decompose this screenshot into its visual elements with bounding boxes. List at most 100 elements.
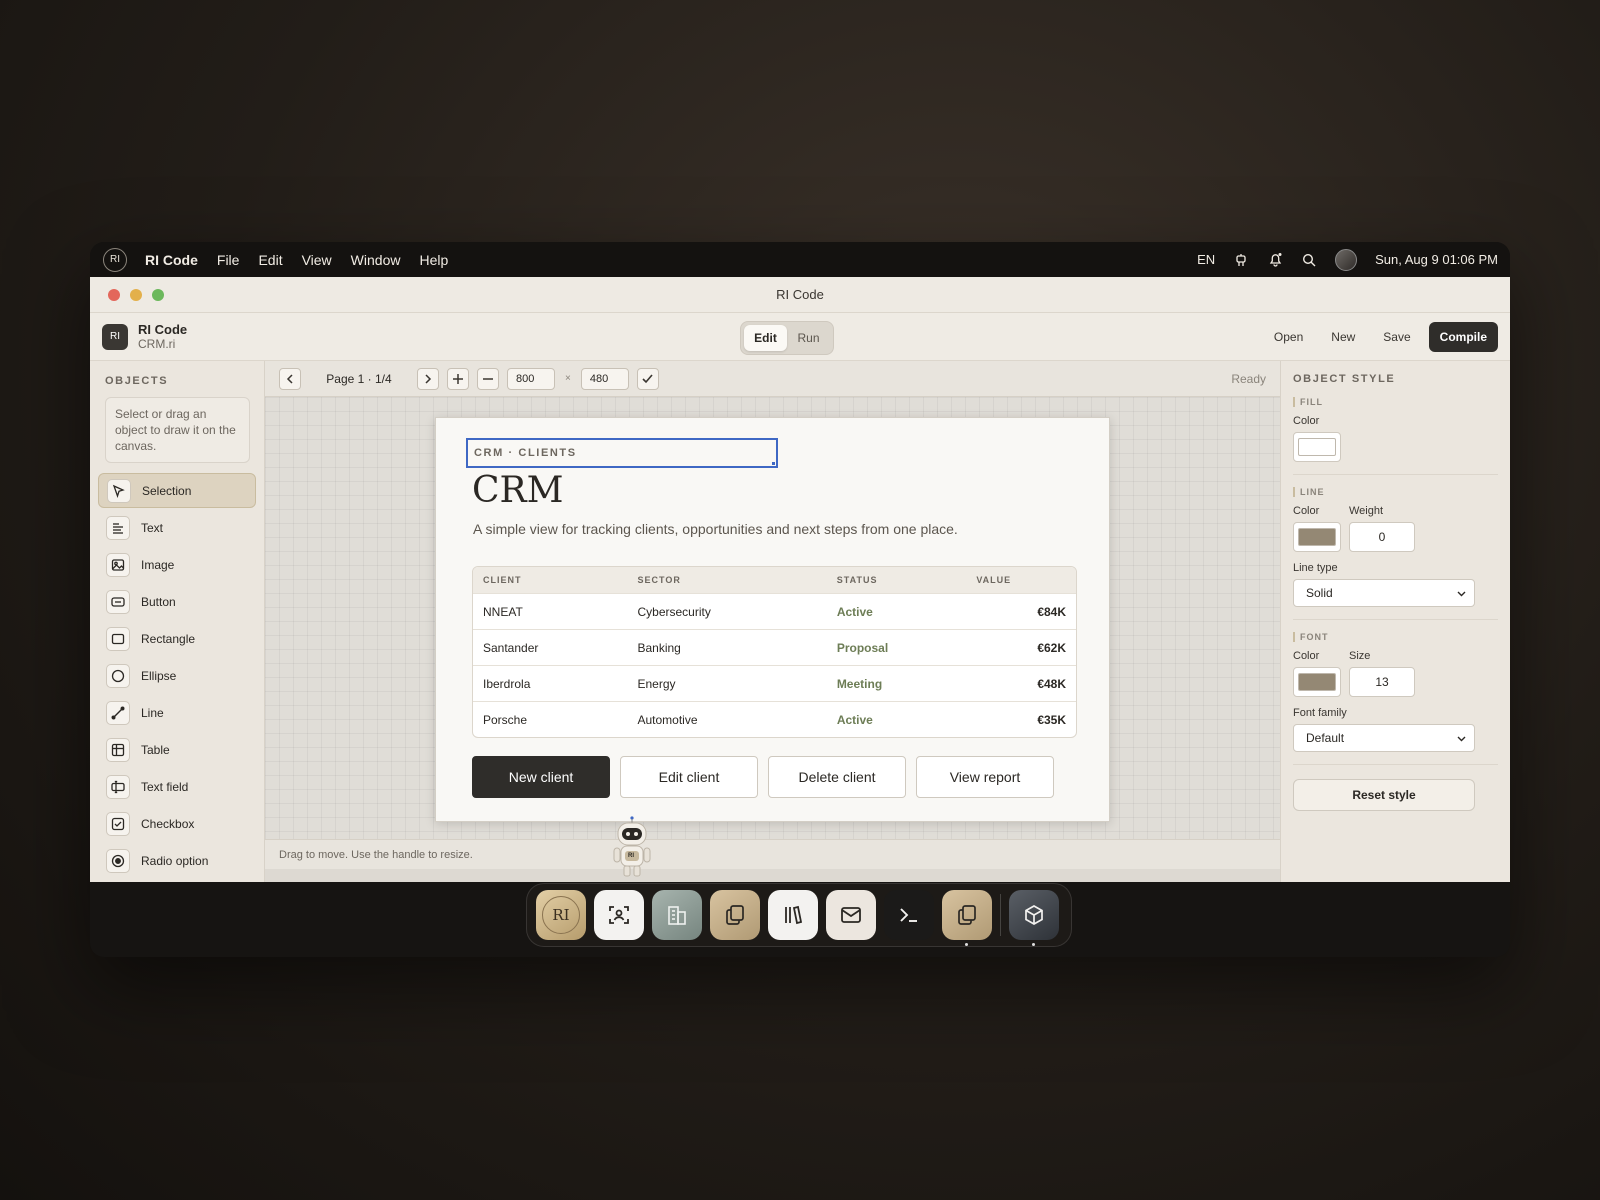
run-mode-button[interactable]: Run <box>787 325 830 351</box>
tool-label: Table <box>141 742 170 757</box>
line-color-picker[interactable] <box>1293 522 1341 552</box>
view-report-button[interactable]: View report <box>916 756 1054 798</box>
language-indicator[interactable]: EN <box>1197 252 1215 267</box>
terminal-icon[interactable] <box>884 890 934 940</box>
font-color-picker[interactable] <box>1293 667 1341 697</box>
clock[interactable]: Sun, Aug 9 01:06 PM <box>1375 252 1498 267</box>
tool-selection[interactable]: Selection <box>98 473 256 508</box>
title-bar: RI Code <box>90 277 1510 313</box>
apply-size-button[interactable] <box>636 367 659 390</box>
style-heading: OBJECT STYLE <box>1293 373 1396 385</box>
tool-checkbox[interactable]: Checkbox <box>98 806 256 841</box>
tool-image[interactable]: Image <box>98 547 256 582</box>
search-icon[interactable] <box>1301 252 1317 268</box>
tool-radio-option[interactable]: Radio option <box>98 843 256 878</box>
user-avatar[interactable] <box>1335 248 1358 271</box>
doc-button-row: New client Edit client Delete client Vie… <box>472 756 1054 798</box>
dock: RI <box>526 883 1072 947</box>
weight-label: Weight <box>1349 505 1384 517</box>
fill-color-picker[interactable] <box>1293 432 1341 462</box>
minimize-window-button[interactable] <box>130 289 142 301</box>
line-type-select[interactable]: Solid <box>1293 579 1475 607</box>
system-logo[interactable]: RI <box>103 247 127 272</box>
client-cell: Santander <box>483 640 539 655</box>
line-section-heading: LINE <box>1293 487 1498 497</box>
column-header: VALUE <box>976 575 1012 585</box>
dimension-separator: × <box>565 373 571 384</box>
menu-window[interactable]: Window <box>351 252 401 268</box>
tool-text[interactable]: Text <box>98 510 256 545</box>
menu-view[interactable]: View <box>302 252 332 268</box>
objects-heading: OBJECTS <box>105 375 169 387</box>
table-row[interactable]: NNEAT Cybersecurity Active €84K <box>473 593 1076 629</box>
zoom-window-button[interactable] <box>152 289 164 301</box>
table-row[interactable]: Porsche Automotive Active €35K <box>473 701 1076 737</box>
robot-badge-label: RI <box>628 853 634 859</box>
table-row[interactable]: Santander Banking Proposal €62K <box>473 629 1076 665</box>
save-button[interactable]: Save <box>1373 323 1420 351</box>
menu-app-name[interactable]: RI Code <box>145 252 198 268</box>
menu-help[interactable]: Help <box>419 252 448 268</box>
notification-bell-icon[interactable] <box>1267 252 1283 268</box>
building-icon[interactable] <box>652 890 702 940</box>
table-icon <box>106 737 130 762</box>
app-badge: RI <box>102 323 128 350</box>
tool-label: Text <box>141 520 164 535</box>
delete-client-button[interactable]: Delete client <box>768 756 906 798</box>
app-name: RI Code <box>138 321 188 337</box>
face-scan-icon[interactable] <box>594 890 644 940</box>
sector-cell: Banking <box>637 640 681 655</box>
tool-text-field[interactable]: Text field <box>98 769 256 804</box>
tool-button[interactable]: Button <box>98 584 256 619</box>
line-weight-input[interactable]: 0 <box>1349 522 1415 552</box>
resize-handle[interactable] <box>772 462 775 465</box>
radio-icon <box>106 848 130 873</box>
tool-ellipse[interactable]: Ellipse <box>98 658 256 693</box>
menu-file[interactable]: File <box>217 252 240 268</box>
table-row[interactable]: Iberdrola Energy Meeting €48K <box>473 665 1076 701</box>
next-page-button[interactable] <box>417 367 439 390</box>
menu-edit[interactable]: Edit <box>258 252 282 268</box>
robot-assistant[interactable]: RI <box>609 816 655 878</box>
edit-client-button[interactable]: Edit client <box>620 756 758 798</box>
robot-status-icon[interactable] <box>1233 252 1249 268</box>
divider <box>1293 619 1498 620</box>
document-page[interactable]: CRM · CLIENTS CRM A simple view for trac… <box>435 417 1110 822</box>
client-cell: Iberdrola <box>483 676 531 691</box>
previous-page-button[interactable] <box>279 367 301 390</box>
reset-style-button[interactable]: Reset style <box>1293 779 1475 811</box>
tool-label: Radio option <box>141 853 209 868</box>
font-size-input[interactable]: 13 <box>1349 667 1415 697</box>
tool-table[interactable]: Table <box>98 732 256 767</box>
canvas-height-input[interactable]: 480 <box>580 367 629 390</box>
design-canvas[interactable]: CRM · CLIENTS CRM A simple view for trac… <box>265 397 1280 839</box>
new-button[interactable]: New <box>1321 323 1365 351</box>
close-window-button[interactable] <box>108 289 120 301</box>
mail-icon[interactable] <box>826 890 876 940</box>
cube-icon[interactable] <box>1009 890 1059 946</box>
files-icon[interactable] <box>942 890 992 946</box>
zoom-out-button[interactable] <box>477 367 499 390</box>
button-icon <box>106 589 130 614</box>
clients-table[interactable]: CLIENT SECTOR STATUS VALUE NNEAT Cyberse… <box>472 566 1077 738</box>
zoom-in-button[interactable] <box>447 367 469 390</box>
doc-eyebrow[interactable]: CRM · CLIENTS <box>474 447 577 459</box>
doc-title[interactable]: CRM <box>472 470 564 511</box>
divider <box>1293 764 1498 765</box>
compile-button[interactable]: Compile <box>1428 321 1498 352</box>
column-header: SECTOR <box>637 575 681 585</box>
open-button[interactable]: Open <box>1264 323 1313 351</box>
edit-mode-button[interactable]: Edit <box>744 325 787 351</box>
font-family-select[interactable]: Default <box>1293 724 1475 752</box>
client-cell: NNEAT <box>483 604 523 619</box>
library-icon[interactable] <box>768 890 818 940</box>
files-icon[interactable] <box>710 890 760 940</box>
tool-rectangle[interactable]: Rectangle <box>98 621 256 656</box>
tool-label: Rectangle <box>141 631 196 646</box>
doc-subtitle[interactable]: A simple view for tracking clients, oppo… <box>473 521 958 537</box>
new-client-button[interactable]: New client <box>472 756 610 798</box>
canvas-width-input[interactable]: 800 <box>507 367 555 390</box>
ri-app-icon[interactable]: RI <box>536 890 586 940</box>
value-cell: €62K <box>1037 640 1066 655</box>
tool-line[interactable]: Line <box>98 695 256 730</box>
